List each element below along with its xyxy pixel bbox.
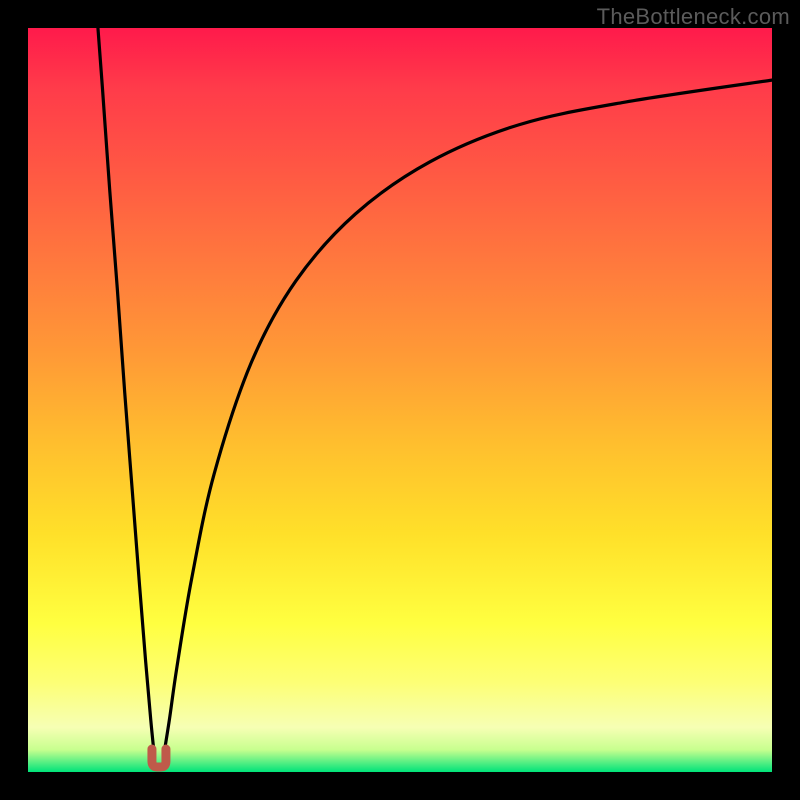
bottleneck-curve — [28, 28, 772, 772]
curve-right-branch — [163, 80, 772, 757]
watermark-label: TheBottleneck.com — [597, 4, 790, 30]
curve-left-branch — [98, 28, 155, 757]
plot-area — [28, 28, 772, 772]
optimal-marker-icon — [152, 749, 166, 767]
chart-frame: TheBottleneck.com — [0, 0, 800, 800]
